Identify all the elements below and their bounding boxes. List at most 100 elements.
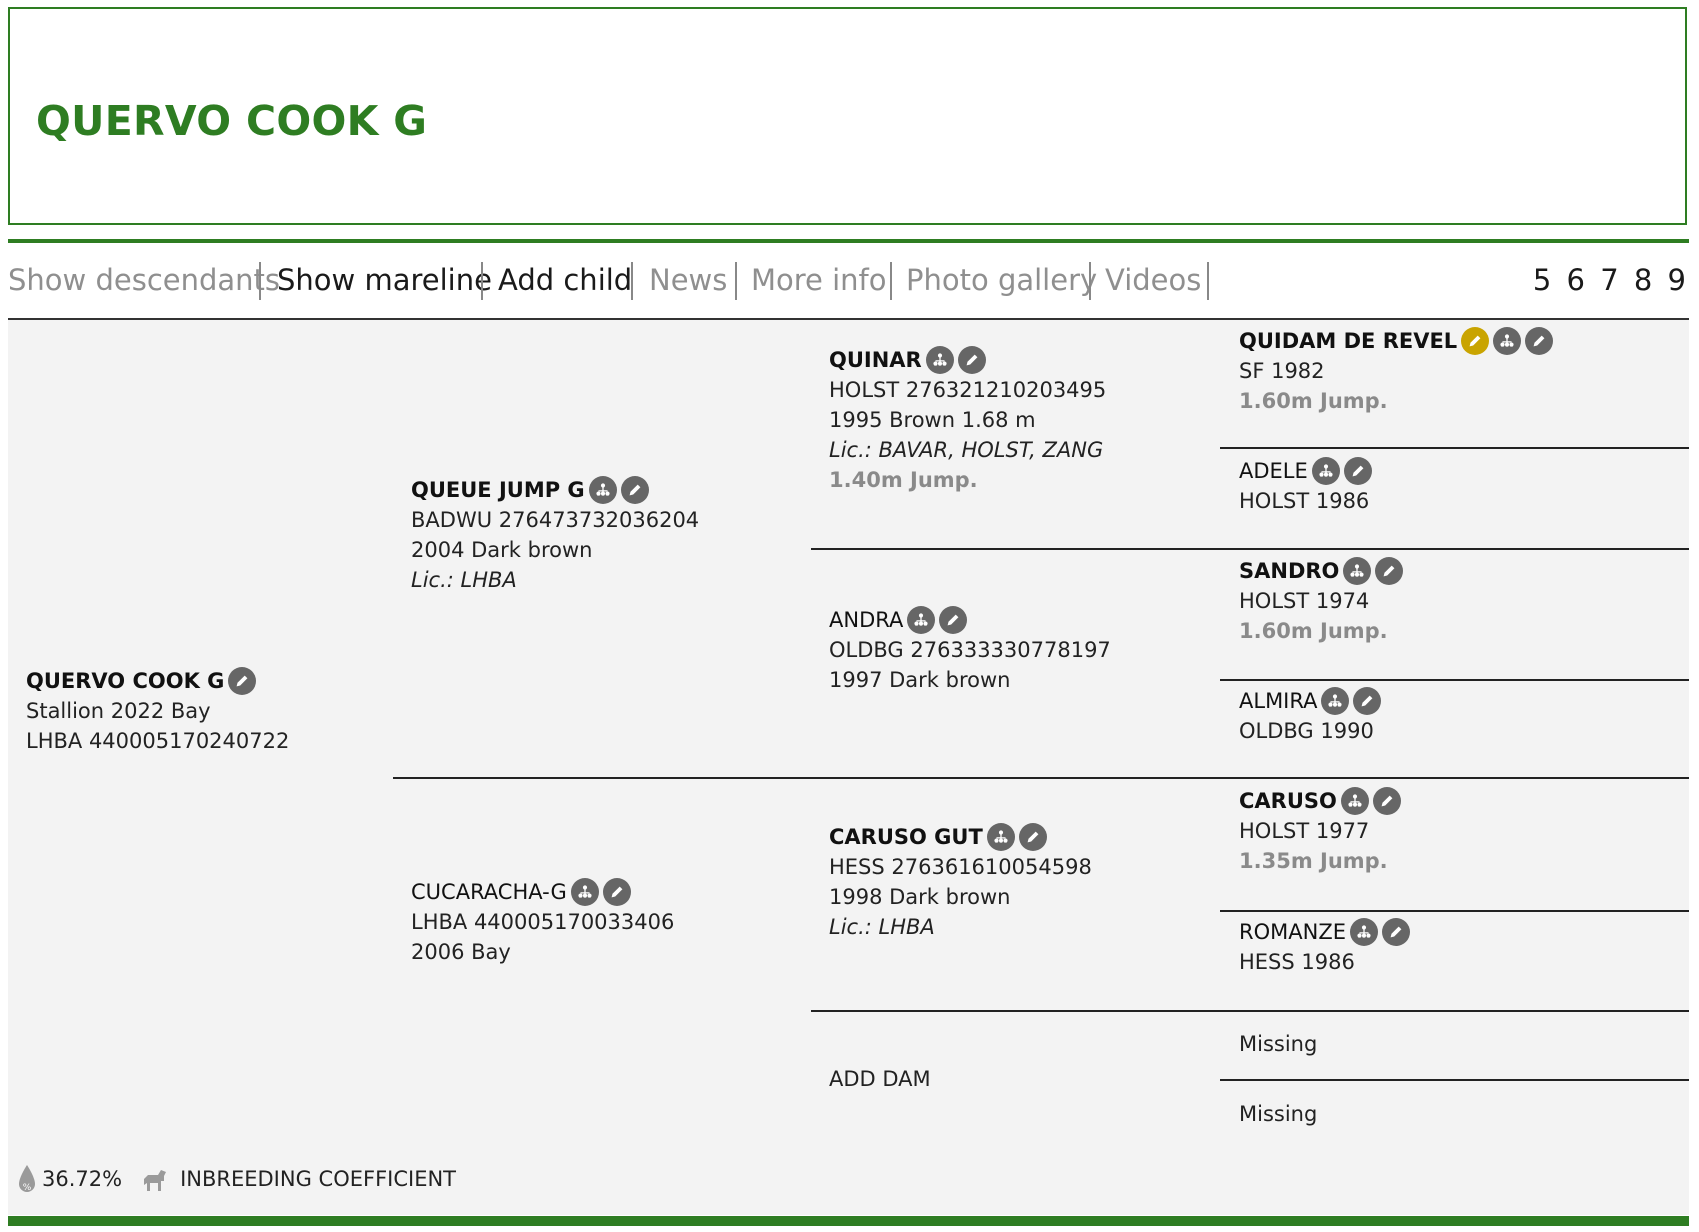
generation-divider (811, 1010, 1689, 1012)
horse-name[interactable]: ALMIRA (1239, 686, 1317, 716)
pedigree-icon[interactable] (588, 476, 617, 504)
horse-details: 2004 Dark brown (411, 538, 593, 562)
add-child-link[interactable]: Add child (498, 254, 632, 306)
horse-name[interactable]: ADELE (1239, 456, 1308, 486)
dam-horse: CUCARACHA-G LHBA 440005170033406 2006 Ba… (411, 877, 674, 967)
videos-link[interactable]: Videos (1105, 254, 1201, 306)
missing-horse-link[interactable]: Missing (1239, 1029, 1317, 1059)
horse-licence: Lic.: BAVAR, HOLST, ZANG (829, 438, 1104, 462)
horse-icon (140, 1165, 170, 1193)
horse-details: 1995 Brown 1.68 m (829, 408, 1036, 432)
inbreeding-percentage: 36.72% (42, 1167, 123, 1191)
edit-icon[interactable] (1525, 327, 1554, 355)
toolbar-separator (631, 262, 633, 300)
horse-registration: HESS 276361610054598 (829, 855, 1092, 879)
header-divider (8, 239, 1689, 243)
pedigree-icon[interactable] (1321, 687, 1350, 715)
horse-name[interactable]: QUIDAM DE REVEL (1239, 326, 1457, 356)
horse-details: 2006 Bay (411, 940, 511, 964)
edit-icon[interactable] (1018, 823, 1047, 851)
horse-details: HOLST 1977 (1239, 819, 1370, 843)
edit-icon[interactable] (1375, 557, 1404, 585)
svg-text:%: % (23, 1183, 32, 1193)
sire-horse: QUEUE JUMP G BADWU 276473732036204 2004 … (411, 475, 699, 595)
horse-name[interactable]: CUCARACHA-G (411, 877, 567, 907)
subject-horse: QUERVO COOK G Stallion 2022 Bay LHBA 440… (26, 666, 289, 756)
sire-sire-horse: QUINAR HOLST 276321210203495 1995 Brown … (829, 345, 1106, 495)
horse-performance: 1.35m Jump. (1239, 849, 1388, 873)
pedigree-icon[interactable] (570, 878, 599, 906)
horse-name[interactable]: QUINAR (829, 345, 922, 375)
horse-name[interactable]: SANDRO (1239, 556, 1339, 586)
horse-details: 1998 Dark brown (829, 885, 1011, 909)
horse-licence: Lic.: LHBA (411, 568, 517, 592)
pedigree-icon[interactable] (986, 823, 1015, 851)
generation-divider (1220, 679, 1689, 681)
more-info-link[interactable]: More info (751, 254, 887, 306)
gen3-horse-4: ALMIRA OLDBG 1990 (1239, 686, 1382, 746)
gen3-horse-2: ADELE HOLST 1986 (1239, 456, 1372, 516)
horse-registration: BADWU 276473732036204 (411, 508, 700, 532)
horse-name[interactable]: QUEUE JUMP G (411, 475, 585, 505)
pedigree-icon[interactable] (1340, 787, 1369, 815)
horse-details: Stallion 2022 Bay (26, 699, 211, 723)
toolbar-separator (735, 262, 737, 300)
edit-icon[interactable] (1381, 918, 1410, 946)
edit-icon[interactable] (620, 476, 649, 504)
toolbar-separator (259, 262, 261, 300)
pedigree-icon[interactable] (907, 606, 936, 634)
horse-details: 1997 Dark brown (829, 668, 1011, 692)
generation-selector[interactable]: 5 6 7 8 9 (1533, 254, 1689, 306)
award-icon[interactable] (1461, 327, 1490, 355)
horse-name[interactable]: CARUSO (1239, 786, 1337, 816)
horse-performance: 1.60m Jump. (1239, 619, 1388, 643)
toolbar-separator (1089, 262, 1091, 300)
horse-registration: LHBA 440005170033406 (411, 910, 675, 934)
footer-divider (8, 1216, 1689, 1226)
edit-icon[interactable] (602, 878, 631, 906)
edit-icon[interactable] (939, 606, 968, 634)
horse-name[interactable]: ANDRA (829, 605, 903, 635)
toolbar-separator (1207, 262, 1209, 300)
horse-details: OLDBG 1990 (1239, 719, 1374, 743)
pedigree-icon[interactable] (1349, 918, 1378, 946)
add-dam-link[interactable]: ADD DAM (829, 1064, 931, 1094)
pedigree-icon[interactable] (1311, 457, 1340, 485)
pedigree-tree: QUERVO COOK G Stallion 2022 Bay LHBA 440… (8, 320, 1689, 1215)
photo-gallery-link[interactable]: Photo gallery (906, 254, 1097, 306)
gen3-horse-7: Missing (1239, 1029, 1317, 1059)
edit-icon[interactable] (1372, 787, 1401, 815)
news-link[interactable]: News (649, 254, 727, 306)
horse-details: HOLST 1986 (1239, 489, 1370, 513)
generation-divider (1220, 447, 1689, 449)
show-mareline-link[interactable]: Show mareline (277, 254, 492, 306)
gen3-horse-1: QUIDAM DE REVEL SF 1982 1.60m Jump. (1239, 326, 1554, 416)
pedigree-icon[interactable] (1493, 327, 1522, 355)
edit-icon[interactable] (1343, 457, 1372, 485)
edit-icon[interactable] (228, 667, 257, 695)
generation-divider (811, 548, 1689, 550)
pedigree-icon[interactable] (1343, 557, 1372, 585)
gen3-horse-5: CARUSO HOLST 1977 1.35m Jump. (1239, 786, 1401, 876)
toolbar-separator (481, 262, 483, 300)
edit-icon[interactable] (1353, 687, 1382, 715)
edit-icon[interactable] (957, 346, 986, 374)
inbreeding-label: INBREEDING COEFFICIENT (180, 1167, 457, 1191)
horse-name[interactable]: ROMANZE (1239, 917, 1346, 947)
header-box: QUERVO COOK G (8, 7, 1687, 225)
generation-divider (1220, 910, 1689, 912)
horse-name[interactable]: CARUSO GUT (829, 822, 983, 852)
dam-dam-horse: ADD DAM (829, 1064, 931, 1094)
missing-horse-link[interactable]: Missing (1239, 1099, 1317, 1129)
toolbar-separator (890, 262, 892, 300)
pedigree-icon[interactable] (925, 346, 954, 374)
horse-name[interactable]: QUERVO COOK G (26, 666, 224, 696)
horse-performance: 1.60m Jump. (1239, 389, 1388, 413)
inbreeding-stats: % 36.72% INBREEDING COEFFICIENT (16, 1163, 456, 1195)
show-descendants-link[interactable]: Show descendants (8, 254, 280, 306)
generation-divider (393, 777, 1689, 779)
generation-divider (1220, 1079, 1689, 1081)
horse-registration: HOLST 276321210203495 (829, 378, 1107, 402)
sire-dam-horse: ANDRA OLDBG 276333330778197 1997 Dark br… (829, 605, 1111, 695)
dam-sire-horse: CARUSO GUT HESS 276361610054598 1998 Dar… (829, 822, 1092, 942)
